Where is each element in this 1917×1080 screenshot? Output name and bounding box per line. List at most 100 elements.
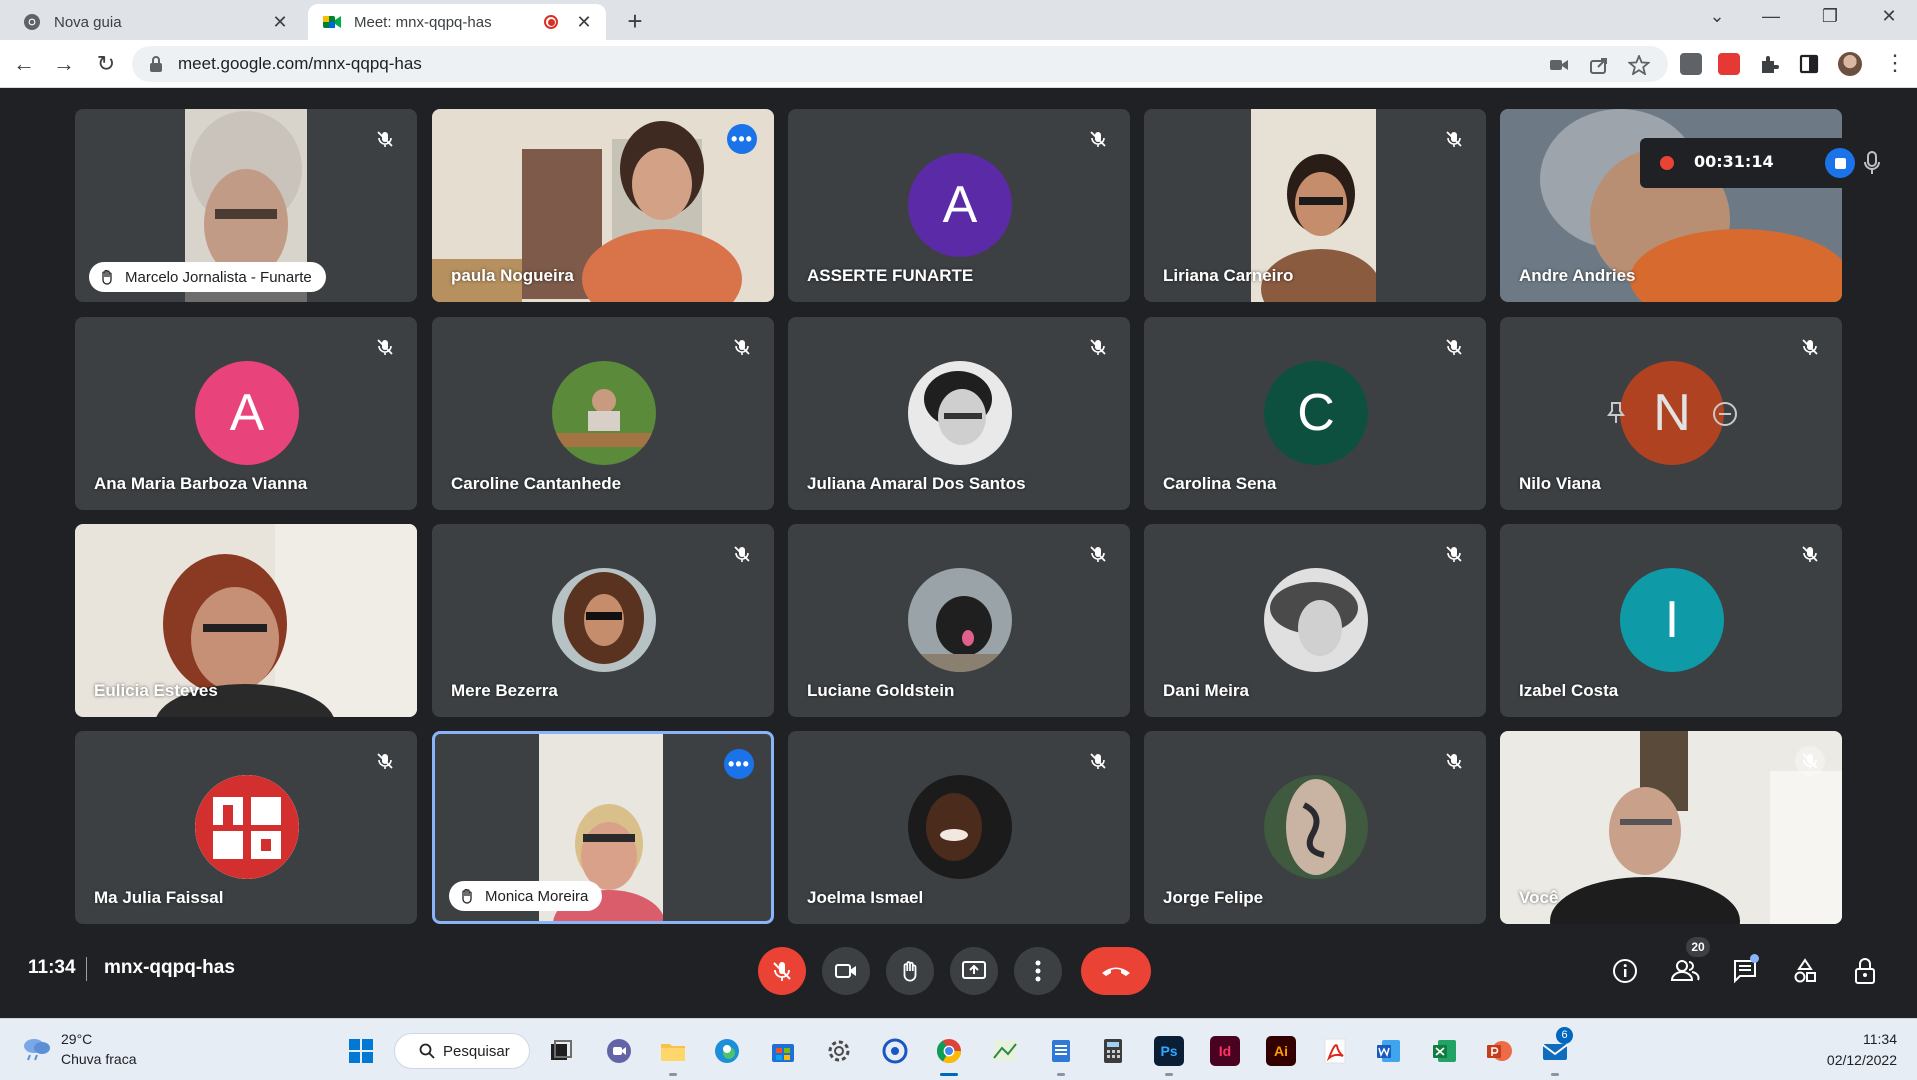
photoshop-icon[interactable]: Ps (1154, 1036, 1184, 1066)
reload-button[interactable]: ↻ (92, 50, 120, 78)
participant-tile[interactable]: Dani Meira (1144, 524, 1486, 717)
mic-off-icon (370, 332, 400, 362)
illustrator-icon[interactable]: Ai (1266, 1036, 1296, 1066)
participant-name: Joelma Ismael (807, 888, 924, 907)
minimize-button[interactable]: — (1756, 6, 1786, 27)
side-panel-icon[interactable] (1798, 53, 1820, 75)
close-window-button[interactable]: ✕ (1874, 6, 1904, 27)
participant-tile[interactable]: I Izabel Costa (1500, 524, 1842, 717)
participant-tile[interactable]: Jorge Felipe (1144, 731, 1486, 924)
participant-name: Mere Bezerra (451, 681, 558, 700)
participant-tile[interactable]: Marcelo Jornalista - Funarte (75, 109, 417, 302)
more-options-icon[interactable]: ••• (727, 124, 757, 154)
app-open-indicator (1551, 1073, 1559, 1076)
powerpoint-icon[interactable] (1484, 1036, 1514, 1066)
map-app-icon[interactable] (990, 1036, 1020, 1066)
participant-avatar (552, 361, 656, 465)
participant-tile[interactable]: ••• Monica Moreira (432, 731, 774, 924)
address-bar[interactable]: meet.google.com/mnx-qqpq-has (132, 46, 1668, 82)
tab-meet[interactable]: Meet: mnx-qqpq-has ✕ (308, 4, 606, 40)
host-controls-button[interactable] (1850, 956, 1880, 986)
people-button[interactable] (1670, 956, 1700, 986)
task-view-icon[interactable] (546, 1036, 576, 1066)
participant-tile[interactable]: N Nilo Viana (1500, 317, 1842, 510)
system-time[interactable]: 11:34 (1863, 1031, 1897, 1047)
participant-tile[interactable]: Liriana Carneiro (1144, 109, 1486, 302)
participant-tile[interactable]: A Ana Maria Barboza Vianna (75, 317, 417, 510)
participant-tile[interactable]: C Carolina Sena (1144, 317, 1486, 510)
settings-gear-icon[interactable] (824, 1036, 854, 1066)
maximize-button[interactable]: ❐ (1815, 6, 1845, 27)
more-options-button[interactable] (1014, 947, 1062, 995)
excel-icon[interactable] (1430, 1036, 1460, 1066)
forward-button[interactable]: → (50, 50, 78, 78)
bookmark-star-icon[interactable] (1628, 55, 1650, 75)
file-explorer-icon[interactable] (658, 1036, 688, 1066)
activities-button[interactable] (1790, 956, 1820, 986)
meeting-details-button[interactable] (1610, 956, 1640, 986)
participant-tile[interactable]: ••• paula Nogueira (432, 109, 774, 302)
recording-dot-icon (1660, 156, 1674, 170)
participant-name: Nilo Viana (1519, 474, 1601, 493)
participant-tile[interactable]: Caroline Cantanhede (432, 317, 774, 510)
participant-tile[interactable]: Mere Bezerra (432, 524, 774, 717)
participant-name: Liriana Carneiro (1163, 266, 1294, 285)
taskbar-search[interactable]: Pesquisar (394, 1033, 530, 1069)
weather-description[interactable]: Chuva fraca (61, 1051, 136, 1067)
pin-icon[interactable] (1606, 401, 1626, 425)
rain-cloud-icon[interactable] (20, 1035, 52, 1061)
new-tab-button[interactable]: + (620, 6, 650, 37)
participant-tile[interactable]: Ma Julia Faissal (75, 731, 417, 924)
share-icon[interactable] (1588, 55, 1610, 75)
remove-icon[interactable] (1712, 401, 1738, 427)
back-button[interactable]: ← (10, 50, 38, 78)
raised-hand-icon (462, 888, 472, 904)
hang-up-icon (1102, 967, 1130, 976)
toggle-mic-button[interactable] (758, 947, 806, 995)
leave-call-button[interactable] (1081, 947, 1151, 995)
facebook-extension-icon[interactable] (1680, 53, 1702, 75)
calculator-icon[interactable] (1098, 1036, 1128, 1066)
teams-chat-icon[interactable] (604, 1036, 634, 1066)
extensions-puzzle-icon[interactable] (1758, 53, 1780, 75)
tab-title: Meet: mnx-qqpq-has (354, 13, 492, 31)
browser-menu-icon[interactable]: ⋮ (1884, 50, 1906, 76)
todo-extension-icon[interactable] (1718, 53, 1740, 75)
toggle-camera-button[interactable] (822, 947, 870, 995)
participant-avatar (552, 568, 656, 672)
close-tab-icon[interactable]: ✕ (270, 12, 290, 33)
participant-tile[interactable]: A ASSERTE FUNARTE (788, 109, 1130, 302)
participant-tile-self[interactable]: Você (1500, 731, 1842, 924)
raise-hand-button[interactable] (886, 947, 934, 995)
word-icon[interactable] (1374, 1036, 1404, 1066)
profile-avatar[interactable] (1838, 52, 1862, 76)
tab-nova-guia[interactable]: Nova guia ✕ (12, 4, 302, 40)
mic-off-icon (773, 962, 791, 981)
participant-tile[interactable]: Eulicia Esteves (75, 524, 417, 717)
notepad-icon[interactable] (1046, 1036, 1076, 1066)
acrobat-icon[interactable] (1320, 1036, 1350, 1066)
close-tab-icon[interactable]: ✕ (574, 12, 594, 33)
indesign-icon[interactable]: Id (1210, 1036, 1240, 1066)
stop-recording-button[interactable] (1825, 148, 1855, 178)
participant-name: Você (1519, 888, 1559, 907)
tab-search-chevron-icon[interactable]: ⌄ (1702, 6, 1732, 27)
camera-in-use-icon[interactable] (1548, 55, 1570, 75)
system-date[interactable]: 02/12/2022 (1827, 1052, 1897, 1068)
chrome-icon[interactable] (934, 1036, 964, 1066)
mic-icon[interactable] (1862, 150, 1882, 176)
microsoft-store-icon[interactable] (768, 1036, 798, 1066)
participant-tile[interactable]: Juliana Amaral Dos Santos (788, 317, 1130, 510)
activities-shapes-icon (1794, 958, 1816, 983)
participant-avatar (908, 568, 1012, 672)
present-screen-button[interactable] (950, 947, 998, 995)
more-options-icon[interactable]: ••• (724, 749, 754, 779)
quick-assist-icon[interactable] (880, 1036, 910, 1066)
participant-tile[interactable]: Luciane Goldstein (788, 524, 1130, 717)
windows-start-icon[interactable] (346, 1036, 376, 1066)
participant-tile[interactable]: Joelma Ismael (788, 731, 1130, 924)
weather-temperature[interactable]: 29°C (61, 1031, 92, 1047)
edge-icon[interactable] (712, 1036, 742, 1066)
browser-toolbar: ← → ↻ meet.google.com/mnx-qqpq-has ⋮ (0, 40, 1917, 88)
participant-name: Ana Maria Barboza Vianna (94, 474, 308, 493)
